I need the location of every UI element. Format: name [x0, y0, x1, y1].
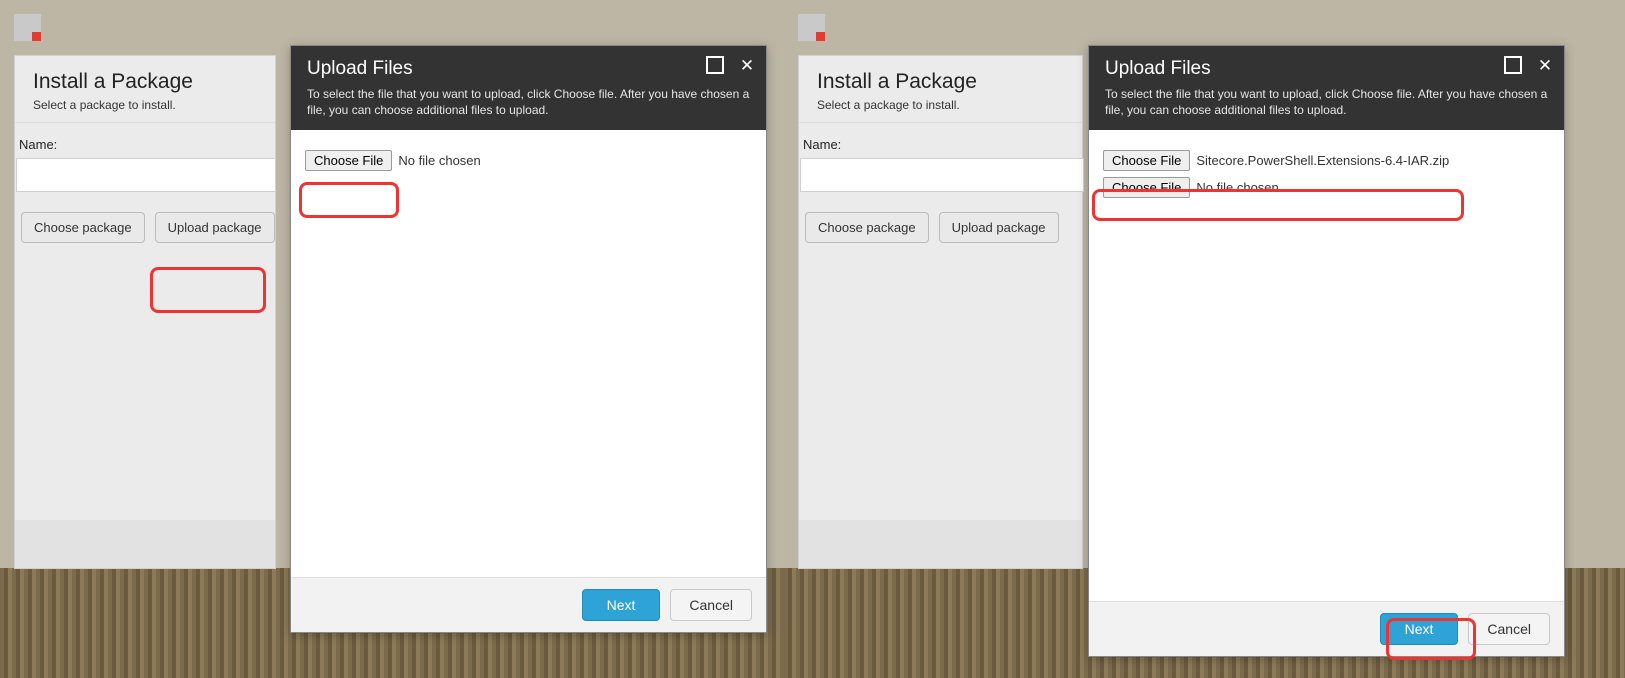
file-input-row: Choose File Sitecore.PowerShell.Extensio… — [1103, 150, 1550, 171]
panel-subtitle: Select a package to install. — [33, 98, 257, 112]
choose-package-button[interactable]: Choose package — [805, 212, 929, 243]
choose-file-button[interactable]: Choose File — [1103, 177, 1190, 198]
chosen-file-text: Sitecore.PowerShell.Extensions-6.4-IAR.z… — [1196, 153, 1449, 168]
next-button[interactable]: Next — [1380, 613, 1459, 645]
choose-file-button[interactable]: Choose File — [1103, 150, 1190, 171]
close-icon[interactable] — [1536, 56, 1554, 74]
app-grid-logo[interactable] — [798, 14, 825, 41]
upload-files-dialog: Upload Files To select the file that you… — [1088, 45, 1565, 657]
chosen-file-text: No file chosen — [1196, 180, 1278, 195]
install-package-panel: Install a Package Select a package to in… — [14, 55, 276, 569]
panel-footer — [799, 520, 1082, 568]
upload-package-button[interactable]: Upload package — [939, 212, 1059, 243]
upload-files-dialog: Upload Files To select the file that you… — [290, 45, 767, 633]
panel-footer — [15, 520, 275, 568]
app-grid-logo[interactable] — [14, 14, 41, 41]
choose-package-button[interactable]: Choose package — [21, 212, 145, 243]
screenshot-left: Install a Package Select a package to in… — [0, 0, 813, 678]
cancel-button[interactable]: Cancel — [670, 589, 752, 621]
file-input-row: Choose File No file chosen — [305, 150, 752, 171]
name-label: Name: — [19, 137, 275, 152]
dialog-title: Upload Files — [307, 58, 750, 80]
close-icon[interactable] — [738, 56, 756, 74]
maximize-icon[interactable] — [1504, 56, 1522, 74]
maximize-icon[interactable] — [706, 56, 724, 74]
panel-subtitle: Select a package to install. — [817, 98, 1064, 112]
dialog-subtitle: To select the file that you want to uplo… — [1105, 86, 1548, 118]
choose-file-button[interactable]: Choose File — [305, 150, 392, 171]
panel-title: Install a Package — [817, 70, 1064, 94]
next-button[interactable]: Next — [582, 589, 661, 621]
dialog-subtitle: To select the file that you want to uplo… — [307, 86, 750, 118]
package-name-input[interactable] — [16, 158, 276, 192]
file-input-row: Choose File No file chosen — [1103, 177, 1550, 198]
panel-title: Install a Package — [33, 70, 257, 94]
stage: Install a Package Select a package to in… — [0, 0, 1625, 678]
install-package-panel: Install a Package Select a package to in… — [798, 55, 1083, 569]
name-label: Name: — [803, 137, 1082, 152]
chosen-file-text: No file chosen — [398, 153, 480, 168]
upload-package-button[interactable]: Upload package — [155, 212, 275, 243]
dialog-title: Upload Files — [1105, 58, 1548, 80]
package-name-input[interactable] — [800, 158, 1084, 192]
screenshot-right: Install a Package Select a package to in… — [784, 0, 1625, 678]
cancel-button[interactable]: Cancel — [1468, 613, 1550, 645]
